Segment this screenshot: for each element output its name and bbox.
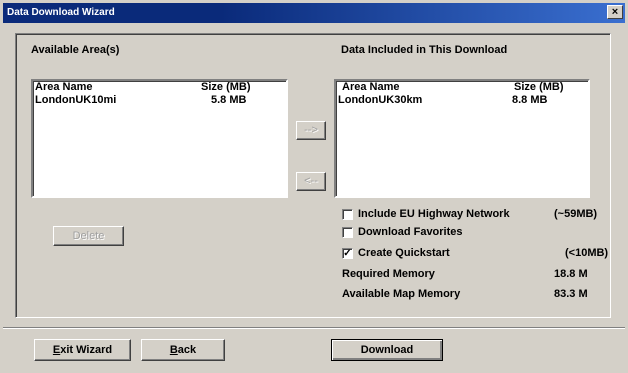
download-favorites-checkbox[interactable] [342, 227, 353, 238]
included-col-name-header: Area Name [342, 81, 400, 93]
list-item[interactable]: LondonUK10mi 5.8 MB [33, 94, 286, 108]
add-area-button[interactable]: --> [296, 121, 326, 140]
window-titlebar: Data Download Wizard [3, 3, 625, 23]
create-quickstart-size-note: (<10MB) [565, 247, 609, 259]
area-size: 8.8 MB [512, 94, 548, 106]
download-button[interactable]: Download [331, 339, 443, 361]
delete-button[interactable]: Delete [53, 226, 124, 246]
area-name: LondonUK30km [338, 94, 423, 106]
available-areas-heading: Available Area(s) [31, 44, 120, 56]
exit-wizard-button[interactable]: Exit Wizard [34, 339, 131, 361]
create-quickstart-label: Create Quickstart [358, 247, 450, 259]
area-size: 5.8 MB [211, 94, 247, 106]
back-button[interactable]: Back [141, 339, 225, 361]
included-col-size-header: Size (MB) [514, 81, 564, 93]
exit-wizard-label: xit Wizard [60, 344, 113, 356]
eu-highway-checkbox[interactable] [342, 209, 353, 220]
available-memory-label: Available Map Memory [342, 288, 461, 300]
available-memory-value: 83.3 M [554, 288, 588, 300]
create-quickstart-option[interactable]: ✓ Create Quickstart (<10MB) [342, 247, 612, 261]
eu-highway-label: Include EU Highway Network [358, 208, 510, 220]
available-col-name-header: Area Name [35, 81, 93, 93]
checkmark-icon: ✓ [343, 248, 352, 259]
included-data-heading: Data Included in This Download [341, 44, 508, 56]
download-favorites-label: Download Favorites [358, 226, 463, 238]
footer-divider [3, 327, 625, 329]
download-favorites-option[interactable]: Download Favorites [342, 226, 542, 240]
window-title: Data Download Wizard [7, 7, 115, 18]
create-quickstart-checkbox[interactable]: ✓ [342, 248, 353, 259]
remove-area-button[interactable]: <-- [296, 172, 326, 191]
required-memory-value: 18.8 M [554, 268, 588, 280]
eu-highway-option[interactable]: Include EU Highway Network (~59MB) [342, 208, 614, 222]
available-areas-list[interactable]: Area Name Size (MB) LondonUK10mi 5.8 MB [31, 79, 288, 198]
eu-highway-size-note: (~59MB) [554, 208, 598, 220]
back-label: ack [177, 344, 197, 356]
close-icon[interactable]: × [607, 5, 623, 19]
required-memory-label: Required Memory [342, 268, 435, 280]
list-item[interactable]: LondonUK30km 8.8 MB [336, 94, 588, 108]
included-areas-list[interactable]: Area Name Size (MB) LondonUK30km 8.8 MB [334, 79, 590, 198]
back-mnemonic: B [169, 344, 178, 356]
area-name: LondonUK10mi [35, 94, 117, 106]
available-col-size-header: Size (MB) [201, 81, 251, 93]
